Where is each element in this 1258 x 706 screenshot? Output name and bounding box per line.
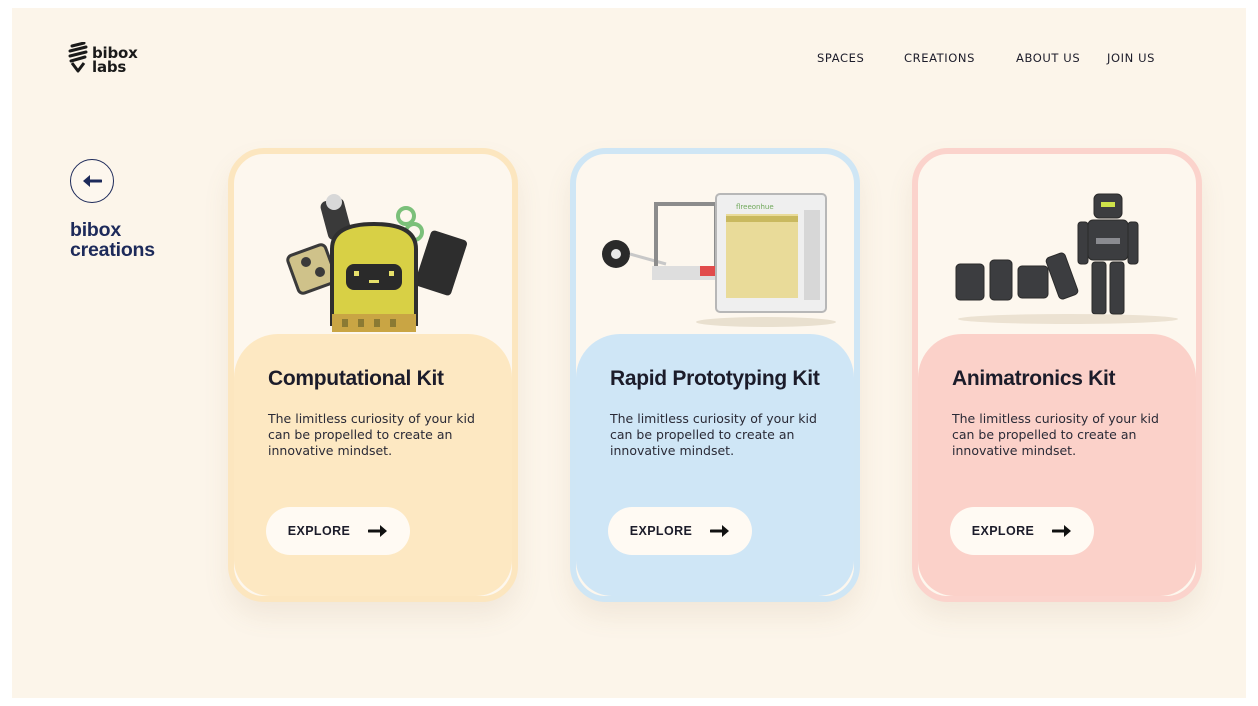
- card-description: The limitless curiosity of your kid can …: [268, 411, 475, 458]
- arrow-left-icon: [83, 175, 102, 187]
- section-title-line-2: creations: [70, 239, 155, 261]
- animatronics-kit-image: [955, 193, 1178, 324]
- section-title-line-1: bibox: [70, 219, 121, 241]
- computational-kit-image: [286, 194, 467, 346]
- card-title: Computational Kit: [268, 367, 444, 390]
- explore-button[interactable]: EXPLORE: [950, 507, 1094, 555]
- back-button[interactable]: [70, 159, 114, 203]
- arrow-right-icon: [1052, 525, 1072, 537]
- nav-spaces[interactable]: SPACES: [817, 51, 864, 65]
- explore-label: EXPLORE: [629, 524, 693, 538]
- nav-creations[interactable]: CREATIONS: [904, 51, 975, 65]
- card-title: Animatronics Kit: [952, 367, 1116, 390]
- arrow-right-icon: [710, 525, 730, 537]
- card-body: Animatronics Kit The limitless curiosity…: [918, 334, 1196, 596]
- kit-card-animatronics[interactable]: Animatronics Kit The limitless curiosity…: [912, 148, 1202, 602]
- section-title: bibox creations: [70, 220, 155, 260]
- card-body: Rapid Prototyping Kit The limitless curi…: [576, 334, 854, 596]
- kit-card-computational[interactable]: Computational Kit The limitless curiosit…: [228, 148, 518, 602]
- explore-button[interactable]: EXPLORE: [608, 507, 752, 555]
- page: bibox labs SPACES CREATIONS ABOUT US JOI…: [12, 8, 1246, 698]
- arrow-right-icon: [368, 525, 388, 537]
- explore-label: EXPLORE: [287, 524, 351, 538]
- nav-about-us[interactable]: ABOUT US: [1016, 51, 1080, 65]
- card-title: Rapid Prototyping Kit: [610, 367, 820, 390]
- card-description: The limitless curiosity of your kid can …: [952, 411, 1159, 458]
- rapid-prototyping-kit-image: flreeonhue: [602, 193, 836, 327]
- kit-card-rapid-prototyping[interactable]: flreeonhue Rapid Prototyping Kit The lim…: [570, 148, 860, 602]
- card-description: The limitless curiosity of your kid can …: [610, 411, 817, 458]
- explore-button[interactable]: EXPLORE: [266, 507, 410, 555]
- svg-text:flreeonhue: flreeonhue: [736, 203, 774, 211]
- card-body: Computational Kit The limitless curiosit…: [234, 334, 512, 596]
- nav-join-us[interactable]: JOIN US: [1107, 51, 1155, 65]
- top-nav: SPACES CREATIONS ABOUT US JOIN US: [12, 51, 1246, 71]
- explore-label: EXPLORE: [971, 524, 1035, 538]
